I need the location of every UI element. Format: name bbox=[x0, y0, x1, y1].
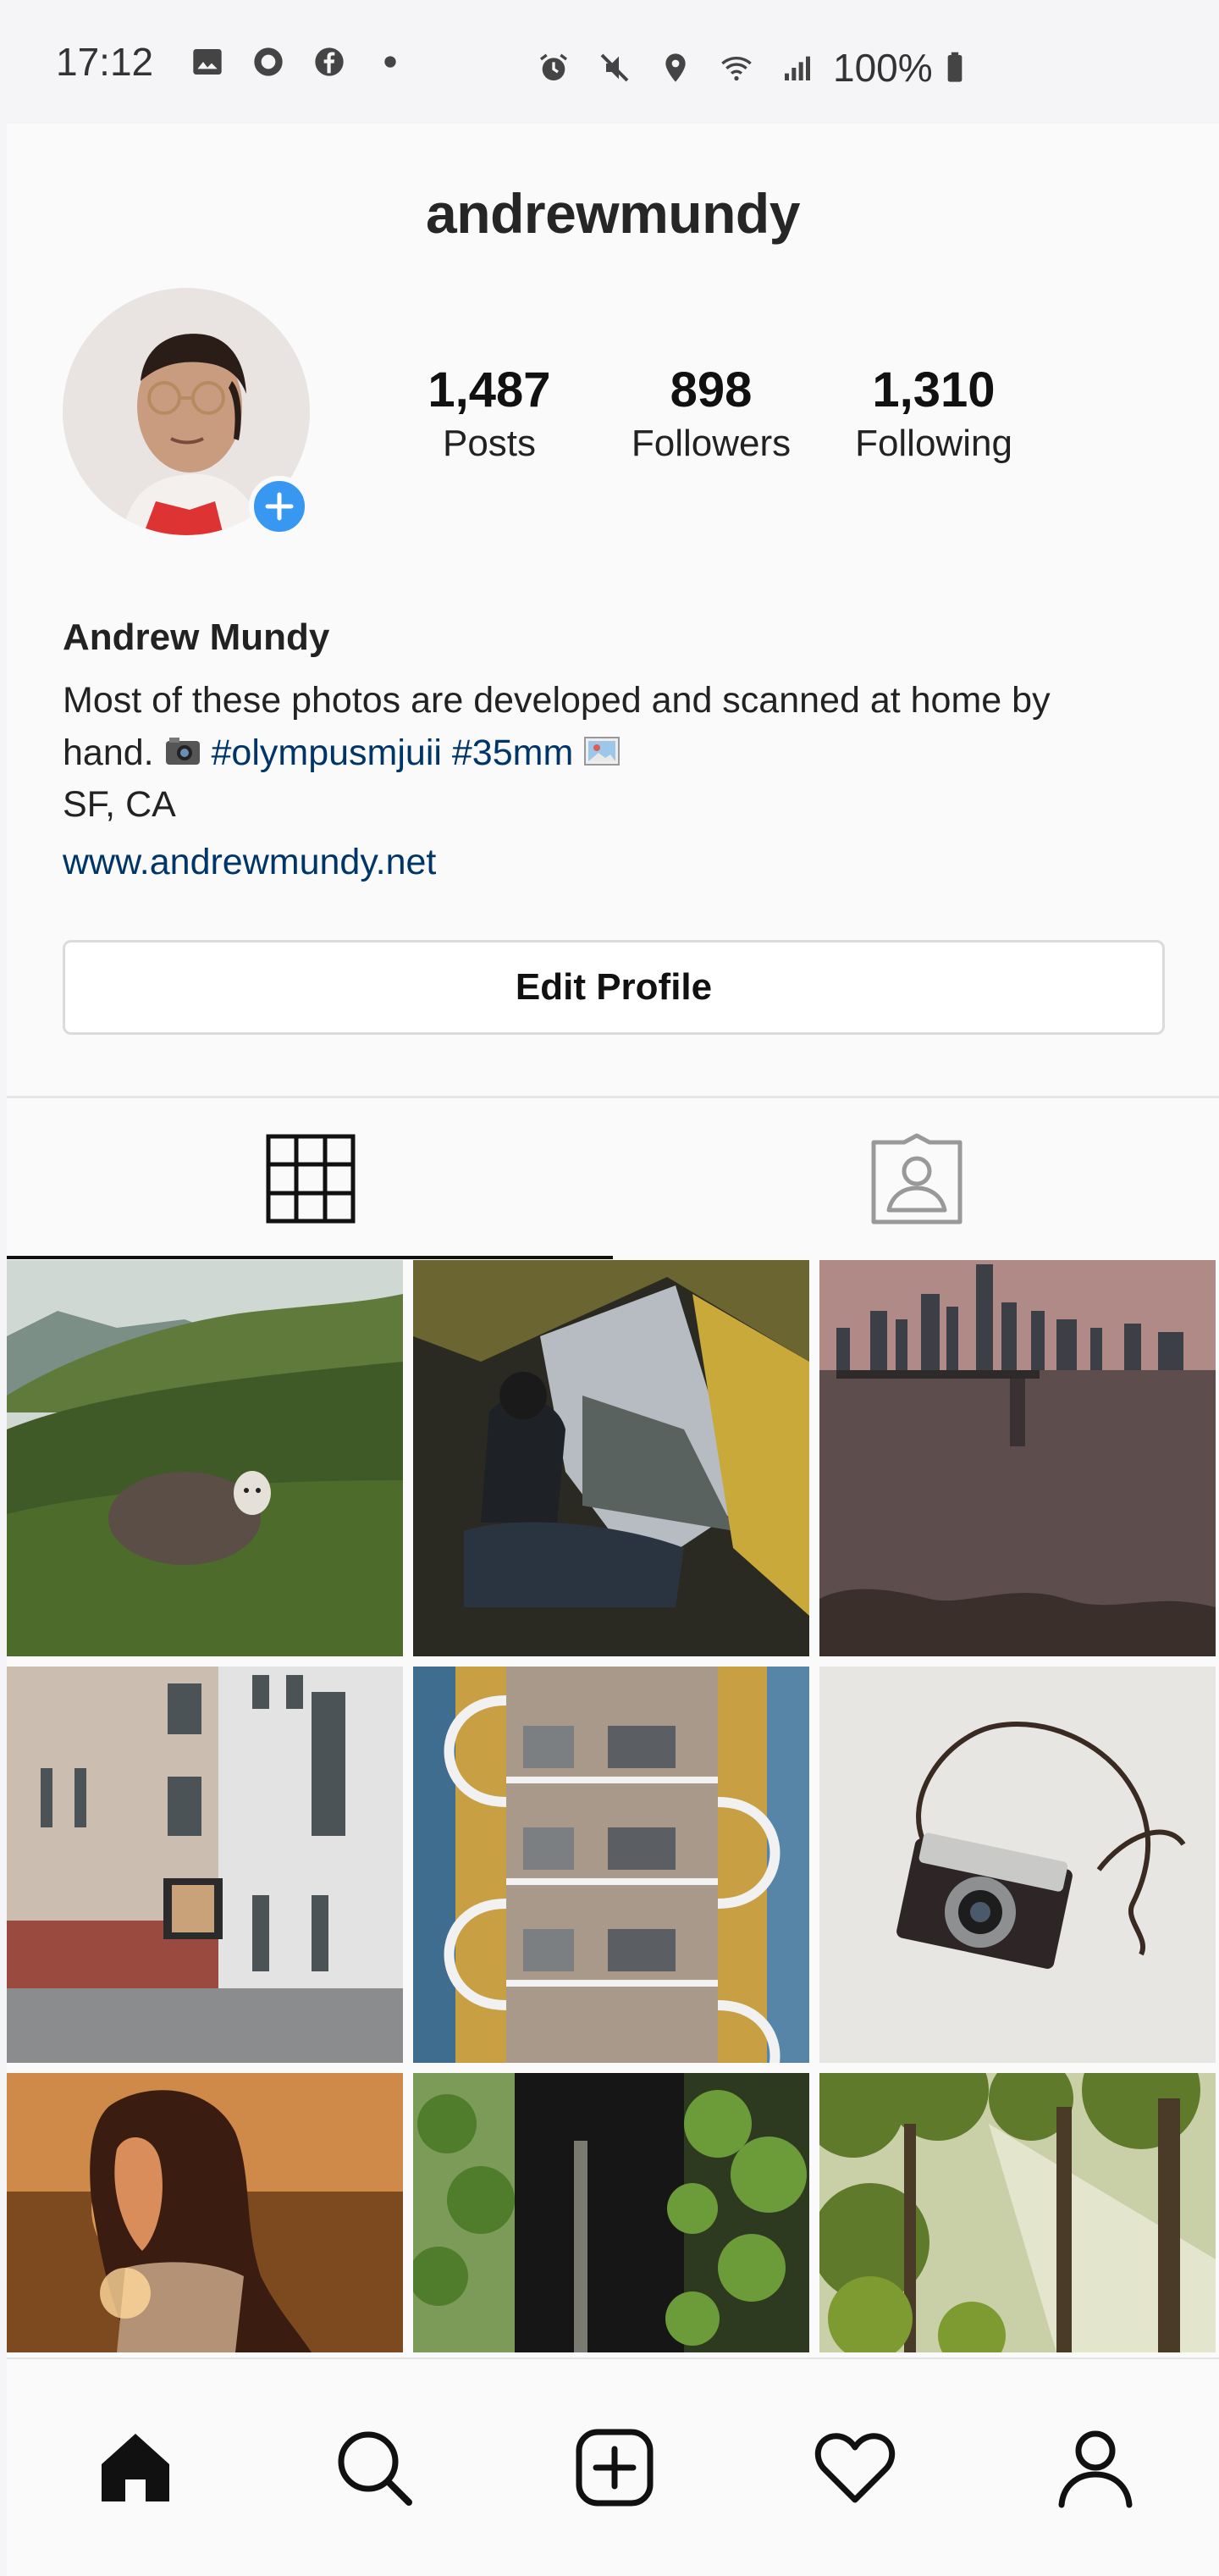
photo-person-in-tent[interactable] bbox=[413, 1260, 809, 1656]
battery-icon bbox=[947, 52, 962, 82]
bottom-nav bbox=[7, 2358, 1219, 2576]
battery-percent: 100% bbox=[833, 46, 933, 90]
photo-city-skyline-pier[interactable] bbox=[819, 1260, 1216, 1656]
plus-icon bbox=[265, 492, 294, 521]
profile-website-link[interactable]: www.andrewmundy.net bbox=[63, 842, 436, 883]
status-right: 100% bbox=[523, 45, 972, 91]
photo-vintage-camera[interactable] bbox=[819, 1667, 1216, 2063]
add-post-icon[interactable] bbox=[572, 2425, 657, 2510]
photo-image bbox=[413, 2073, 809, 2352]
profile-icon[interactable] bbox=[1053, 2425, 1138, 2510]
tab-tagged[interactable] bbox=[613, 1098, 1219, 1261]
stat-followers-label: Followers bbox=[631, 423, 792, 464]
photo-woman-backlit-sunset[interactable] bbox=[7, 2073, 403, 2352]
bio-line-2: hand. bbox=[63, 732, 154, 773]
photo-image bbox=[819, 1667, 1216, 2063]
opera-icon bbox=[254, 47, 283, 76]
signal-icon bbox=[785, 56, 810, 80]
stat-posts[interactable]: 1,487 Posts bbox=[405, 364, 574, 471]
photo-image bbox=[7, 1260, 403, 1656]
stat-posts-value: 1,487 bbox=[427, 362, 551, 417]
home-icon[interactable] bbox=[93, 2425, 178, 2510]
wifi-icon bbox=[721, 57, 752, 81]
dot-icon bbox=[384, 56, 396, 68]
tab-grid[interactable] bbox=[7, 1098, 613, 1261]
facebook-icon bbox=[315, 47, 344, 76]
camera-emoji-icon bbox=[165, 738, 200, 765]
status-bar: 17:12 100% bbox=[0, 0, 1219, 124]
photo-image bbox=[819, 1260, 1216, 1656]
stat-followers[interactable]: 898 Followers bbox=[618, 364, 804, 471]
photo-image bbox=[413, 1667, 809, 2063]
picture-emoji-icon bbox=[584, 737, 621, 766]
photo-sheep-on-hillside[interactable] bbox=[7, 1260, 403, 1656]
stat-following-value: 1,310 bbox=[872, 362, 996, 417]
tagged-person-icon bbox=[871, 1133, 963, 1224]
search-icon[interactable] bbox=[332, 2425, 416, 2510]
photo-building-facade-street[interactable] bbox=[7, 1667, 403, 2063]
status-time: 17:12 bbox=[56, 40, 154, 84]
stat-posts-label: Posts bbox=[442, 423, 537, 464]
profile-location: SF, CA bbox=[63, 784, 176, 825]
grid-icon bbox=[266, 1134, 356, 1224]
mute-icon bbox=[600, 53, 629, 82]
stat-following-label: Following bbox=[855, 423, 1012, 464]
profile-tabs bbox=[7, 1098, 1219, 1261]
active-tab-indicator bbox=[7, 1256, 613, 1259]
photo-image bbox=[7, 2073, 403, 2352]
profile-bio: Most of these photos are developed and s… bbox=[63, 674, 1163, 779]
edit-profile-button[interactable]: Edit Profile bbox=[63, 940, 1165, 1035]
stat-following[interactable]: 1,310 Following bbox=[836, 364, 1031, 471]
add-story-button[interactable] bbox=[249, 476, 310, 537]
image-icon bbox=[193, 49, 222, 75]
bio-line-1: Most of these photos are developed and s… bbox=[63, 680, 1051, 721]
location-icon bbox=[665, 53, 686, 82]
profile-screen: andrewmundy 1,487 Posts 898 Followers 1,… bbox=[7, 124, 1219, 2576]
profile-full-name: Andrew Mundy bbox=[63, 616, 330, 658]
photo-image bbox=[7, 1667, 403, 2063]
photo-image bbox=[413, 1260, 809, 1656]
photo-sunlit-forest[interactable] bbox=[819, 2073, 1216, 2352]
alarm-icon bbox=[540, 53, 567, 80]
photo-dark-cabin-foliage[interactable] bbox=[413, 2073, 809, 2352]
photo-image bbox=[819, 2073, 1216, 2352]
profile-username: andrewmundy bbox=[426, 182, 800, 245]
photo-spiral-staircase-facade[interactable] bbox=[413, 1667, 809, 2063]
stat-followers-value: 898 bbox=[670, 362, 753, 417]
bio-hashtags[interactable]: #olympusmjuii #35mm bbox=[212, 732, 574, 773]
heart-icon[interactable] bbox=[813, 2425, 897, 2510]
